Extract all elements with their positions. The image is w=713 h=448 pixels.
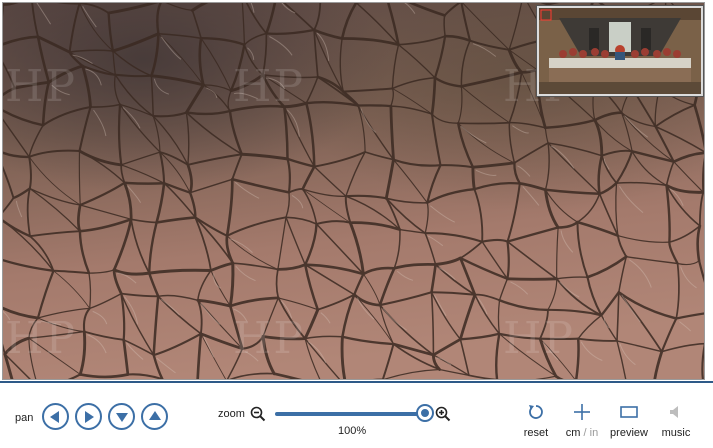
pan-right-button[interactable] — [75, 403, 102, 430]
zoom-slider-track[interactable] — [275, 412, 425, 416]
unit-separator: / — [580, 427, 590, 439]
preview-rectangle-icon — [620, 406, 638, 418]
pan-down-button[interactable] — [108, 403, 135, 430]
crack-line — [457, 121, 511, 125]
preview-label: preview — [610, 427, 648, 439]
music-button[interactable]: music — [653, 401, 699, 445]
reset-icon — [529, 405, 543, 419]
zoom-label: zoom — [218, 408, 245, 420]
arrow-left-icon — [50, 410, 59, 423]
zoom-out-icon[interactable] — [250, 406, 266, 422]
image-viewport[interactable]: HP HP HP HP HP HP — [2, 2, 705, 380]
crack-line — [505, 277, 559, 281]
arrow-right-icon — [85, 410, 94, 423]
reset-button[interactable]: reset — [513, 401, 559, 445]
zoom-slider-handle[interactable] — [418, 406, 432, 420]
speaker-icon — [670, 406, 678, 418]
zoom-in-icon[interactable] — [435, 406, 451, 422]
crack-line — [123, 181, 166, 185]
last-supper-thumbnail-image — [539, 8, 701, 94]
preview-button[interactable]: preview — [606, 401, 652, 445]
pan-left-button[interactable] — [42, 403, 69, 430]
unit-cm: cm — [565, 427, 581, 439]
crack-line — [356, 104, 393, 108]
arrow-up-icon — [148, 411, 161, 420]
crosshair-icon — [574, 404, 590, 420]
units-toggle-button[interactable]: cm / in — [559, 401, 605, 445]
crack-line — [471, 165, 476, 191]
reset-label: reset — [523, 427, 549, 439]
navigator-thumbnail[interactable] — [537, 6, 703, 96]
unit-in: in — [589, 427, 599, 439]
crack-line — [161, 378, 164, 379]
arrow-down-icon — [115, 413, 128, 422]
viewer-toolbar: pan zoom 100% reset cm / in preview musi… — [0, 383, 713, 448]
pan-label: pan — [15, 412, 34, 424]
pan-up-button[interactable] — [141, 403, 168, 430]
music-label: music — [661, 427, 691, 439]
zoom-value: 100% — [338, 425, 367, 437]
